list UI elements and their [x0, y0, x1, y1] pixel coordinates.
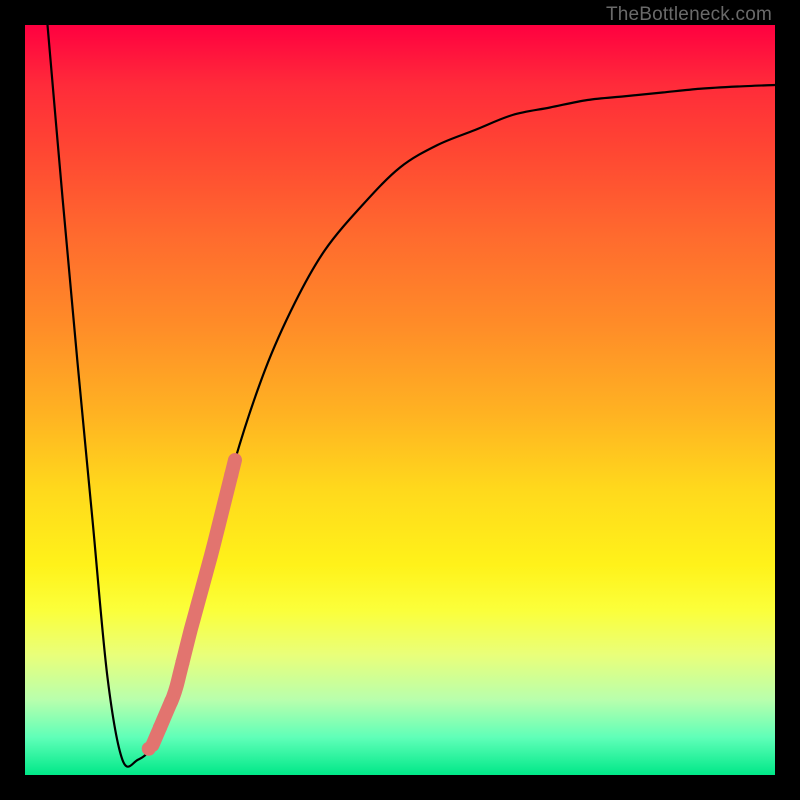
chart-container: TheBottleneck.com	[0, 0, 800, 800]
highlight-dot	[153, 721, 167, 735]
series-bottleneck-curve	[48, 25, 776, 767]
highlight-dot	[164, 694, 178, 708]
plot-area	[25, 25, 775, 775]
highlight-dot	[224, 468, 238, 482]
highlight-dot	[176, 656, 190, 670]
highlight-dot	[142, 742, 156, 756]
watermark-text: TheBottleneck.com	[606, 4, 772, 26]
chart-svg	[25, 25, 775, 775]
